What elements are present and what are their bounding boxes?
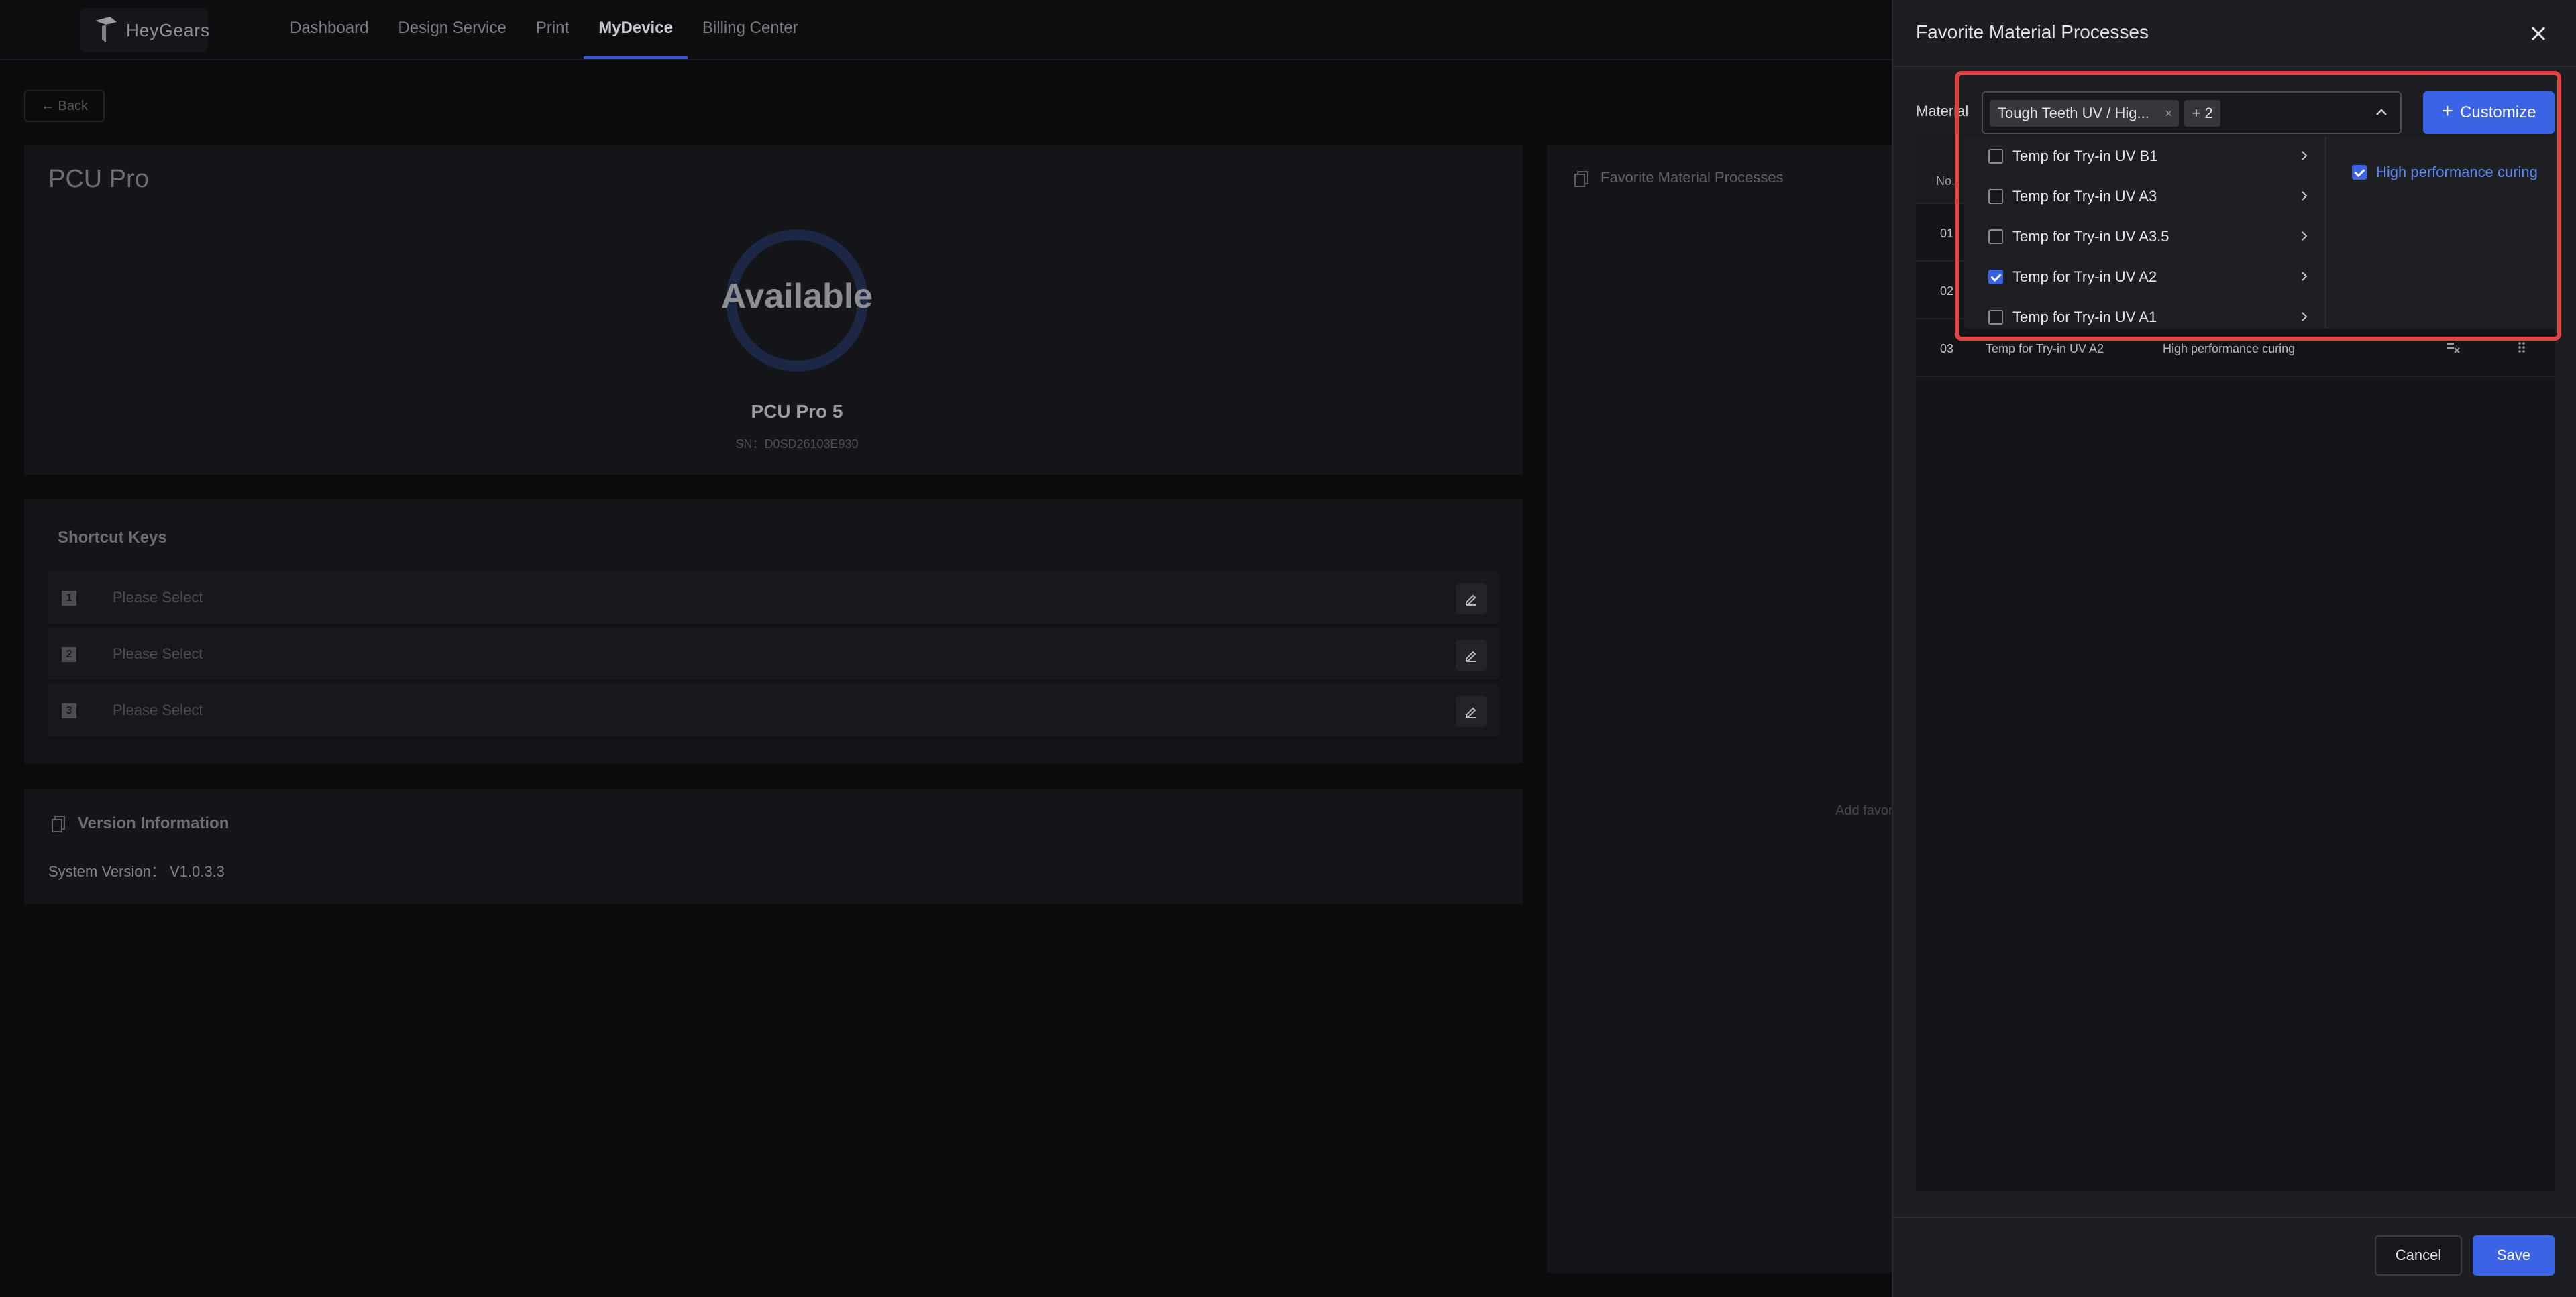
- system-version: System Version： V1.0.3.3: [48, 863, 225, 880]
- shortcut-row: 1 Please Select: [48, 571, 1499, 625]
- device-serial-number: SN：D0SD26103E930: [735, 437, 859, 451]
- shortcut-placeholder: Please Select: [113, 701, 203, 718]
- logo[interactable]: HeyGears: [80, 8, 211, 52]
- nav-dashboard[interactable]: Dashboard: [275, 0, 383, 60]
- edit-shortcut-button[interactable]: [1456, 696, 1487, 727]
- back-button[interactable]: ← Back: [24, 90, 105, 122]
- row-number: 02: [1940, 284, 1954, 298]
- favorite-card-title: Favorite Material Processes: [1601, 169, 1784, 186]
- heygears-logo-icon: [93, 15, 119, 45]
- pencil-icon: [1466, 651, 1477, 662]
- add-favorite-text[interactable]: Add favori: [1835, 803, 1896, 819]
- row-material: Temp for Try-in UV A2: [1986, 342, 2104, 355]
- row-number: 03: [1940, 342, 1954, 355]
- nav-mydevice[interactable]: MyDevice: [584, 0, 688, 60]
- drawer-header: Favorite Material Processes: [1893, 0, 2576, 67]
- shortcut-placeholder: Please Select: [113, 589, 203, 606]
- document-icon: [1574, 171, 1588, 187]
- logo-text: HeyGears: [126, 19, 211, 40]
- row-number: 01: [1940, 227, 1954, 240]
- nav-billing-center[interactable]: Billing Center: [688, 0, 813, 60]
- edit-shortcut-button[interactable]: [1456, 583, 1487, 614]
- shortcut-number: 2: [62, 647, 76, 662]
- shortcut-keys-title: Shortcut Keys: [58, 528, 167, 547]
- main-nav: Dashboard Design Service Print MyDevice …: [275, 0, 813, 60]
- nav-print[interactable]: Print: [521, 0, 584, 60]
- row-process: High performance curing: [2163, 342, 2296, 355]
- pencil-icon: [1466, 707, 1477, 718]
- drag-handle-icon[interactable]: [2517, 341, 2526, 354]
- shortcut-placeholder: Please Select: [113, 645, 203, 662]
- favorite-processes-card: Favorite Material Processes Add favori: [1547, 145, 1896, 1273]
- close-icon: [2531, 26, 2546, 41]
- column-header-no: No.: [1936, 174, 1955, 188]
- version-info-title: Version Information: [78, 814, 229, 832]
- highlight-annotation-box: [1955, 71, 2561, 341]
- shortcut-number: 1: [62, 591, 76, 606]
- remove-favorite-icon[interactable]: [2446, 341, 2461, 354]
- shortcut-row: 2 Please Select: [48, 628, 1499, 681]
- device-name: PCU Pro 5: [751, 401, 843, 422]
- app-root: HeyGears Dashboard Design Service Print …: [0, 0, 2576, 1297]
- edit-shortcut-button[interactable]: [1456, 640, 1487, 671]
- drawer-footer: Cancel Save: [1893, 1217, 2576, 1297]
- pencil-icon: [1466, 594, 1477, 606]
- device-title: PCU Pro: [48, 165, 149, 193]
- device-status: Available: [720, 277, 873, 316]
- cancel-button[interactable]: Cancel: [2375, 1235, 2462, 1276]
- save-button[interactable]: Save: [2473, 1235, 2555, 1276]
- shortcut-keys-card: Shortcut Keys 1 Please Select 2 Please S…: [24, 499, 1523, 763]
- nav-design-service[interactable]: Design Service: [383, 0, 521, 60]
- version-info-card: Version Information System Version： V1.0…: [24, 789, 1523, 904]
- document-icon: [52, 816, 65, 832]
- shortcut-row: 3 Please Select: [48, 684, 1499, 738]
- drawer-title: Favorite Material Processes: [1916, 21, 2149, 42]
- device-card: PCU Pro Available PCU Pro 5 SN：D0SD26103…: [24, 145, 1523, 475]
- close-drawer-button[interactable]: [2526, 21, 2551, 46]
- shortcut-number: 3: [62, 703, 76, 718]
